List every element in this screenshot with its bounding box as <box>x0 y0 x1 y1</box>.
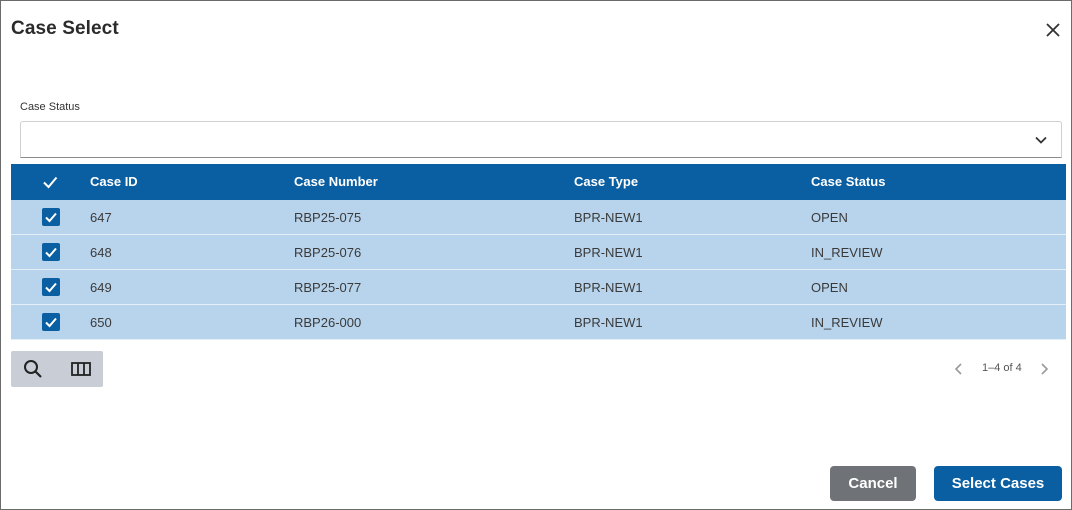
row-checkbox[interactable] <box>42 243 60 261</box>
cell-case-status: IN_REVIEW <box>811 245 883 260</box>
columns-icon <box>71 362 91 376</box>
cell-case-id: 648 <box>90 245 112 260</box>
select-all-checkbox[interactable] <box>41 173 59 191</box>
column-header-case-number[interactable]: Case Number <box>294 174 378 189</box>
columns-button[interactable] <box>70 358 92 380</box>
cancel-button[interactable]: Cancel <box>830 466 916 501</box>
case-table: Case ID Case Number Case Type Case Statu… <box>11 164 1066 340</box>
case-status-select[interactable] <box>20 121 1062 158</box>
column-header-case-id[interactable]: Case ID <box>90 174 138 189</box>
dialog-title: Case Select <box>11 18 119 39</box>
table-row[interactable]: 649 RBP25-077 BPR-NEW1 OPEN <box>11 270 1066 305</box>
chevron-right-icon <box>1041 363 1049 375</box>
cell-case-id: 649 <box>90 280 112 295</box>
close-button[interactable] <box>1042 19 1064 41</box>
cell-case-type: BPR-NEW1 <box>574 315 643 330</box>
cell-case-number: RBP25-076 <box>294 245 362 260</box>
cell-case-status: OPEN <box>811 280 848 295</box>
table-toolbar <box>11 351 103 387</box>
cell-case-id: 650 <box>90 315 112 330</box>
cell-case-status: IN_REVIEW <box>811 315 883 330</box>
search-icon <box>24 360 42 378</box>
column-header-case-type[interactable]: Case Type <box>574 174 638 189</box>
table-row[interactable]: 647 RBP25-075 BPR-NEW1 OPEN <box>11 200 1066 235</box>
case-select-dialog: Case Select Case Status Case ID Case Num… <box>0 0 1072 510</box>
select-cases-button[interactable]: Select Cases <box>934 466 1062 501</box>
cell-case-type: BPR-NEW1 <box>574 245 643 260</box>
row-checkbox[interactable] <box>42 313 60 331</box>
cell-case-id: 647 <box>90 210 112 225</box>
cell-case-number: RBP26-000 <box>294 315 362 330</box>
case-status-label: Case Status <box>20 101 80 113</box>
cell-case-status: OPEN <box>811 210 848 225</box>
cell-case-type: BPR-NEW1 <box>574 210 643 225</box>
previous-page-button[interactable] <box>953 362 965 378</box>
cell-case-number: RBP25-075 <box>294 210 362 225</box>
row-checkbox[interactable] <box>42 208 60 226</box>
table-row[interactable]: 650 RBP26-000 BPR-NEW1 IN_REVIEW <box>11 305 1066 340</box>
close-icon <box>1046 23 1060 37</box>
column-header-case-status[interactable]: Case Status <box>811 174 885 189</box>
chevron-down-icon <box>1035 136 1047 144</box>
table-header: Case ID Case Number Case Type Case Statu… <box>11 164 1066 200</box>
cell-case-number: RBP25-077 <box>294 280 362 295</box>
row-checkbox[interactable] <box>42 278 60 296</box>
table-row[interactable]: 648 RBP25-076 BPR-NEW1 IN_REVIEW <box>11 235 1066 270</box>
cell-case-type: BPR-NEW1 <box>574 280 643 295</box>
chevron-left-icon <box>954 363 962 375</box>
search-button[interactable] <box>22 358 44 380</box>
next-page-button[interactable] <box>1038 362 1050 378</box>
check-icon <box>45 212 57 223</box>
check-icon <box>45 282 57 293</box>
check-icon <box>45 247 57 258</box>
check-icon <box>45 317 57 328</box>
pagination-text: 1–4 of 4 <box>982 362 1022 374</box>
